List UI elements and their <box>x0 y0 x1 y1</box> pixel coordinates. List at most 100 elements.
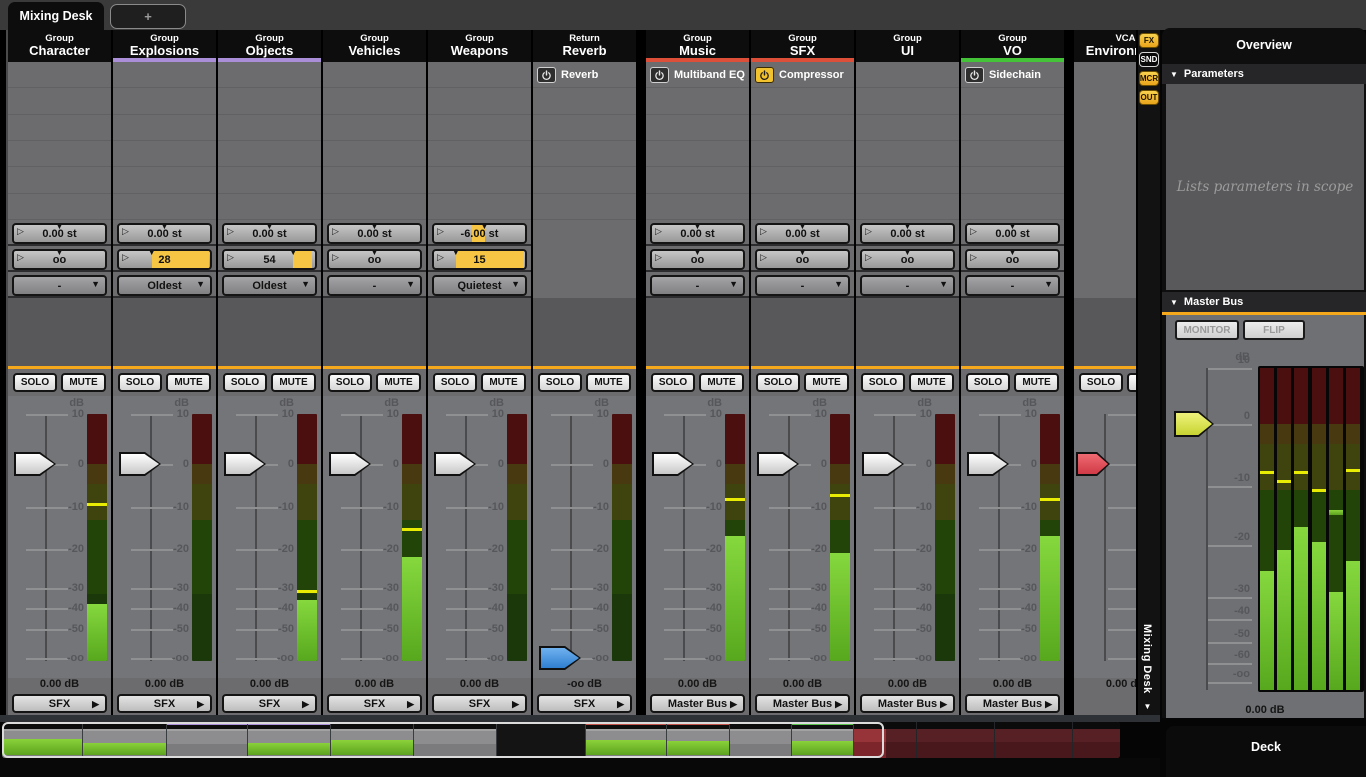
effect-slot[interactable] <box>8 115 111 141</box>
fader-handle[interactable] <box>329 452 371 476</box>
mixing-desk-vertical-tab[interactable]: Mixing Desk ▼ <box>1141 624 1153 711</box>
solo-button[interactable]: SOLO <box>861 373 905 392</box>
effect-slot[interactable] <box>751 88 854 114</box>
effect-slot[interactable] <box>113 115 216 141</box>
mute-button[interactable]: MUTE <box>1014 373 1059 392</box>
effect-slot[interactable] <box>113 141 216 167</box>
effect-slot[interactable] <box>8 194 111 220</box>
focus-field[interactable]: ▷▼oo <box>12 249 107 270</box>
focus-field[interactable]: ▷▼oo <box>860 249 955 270</box>
pitch-field[interactable]: ▷▼0.00 st <box>117 223 212 244</box>
effect-slot[interactable] <box>646 88 749 114</box>
fader-handle[interactable] <box>539 646 581 670</box>
fader-handle[interactable] <box>862 452 904 476</box>
output-bus-button[interactable]: SFX▶ <box>12 694 107 713</box>
solo-button[interactable]: SOLO <box>13 373 57 392</box>
effect-slot[interactable] <box>8 62 111 88</box>
effect-slot[interactable] <box>113 62 216 88</box>
tab-mixing-desk[interactable]: Mixing Desk <box>8 2 104 30</box>
out-button[interactable]: OUT <box>1139 90 1159 105</box>
solo-button[interactable]: SOLO <box>223 373 267 392</box>
output-bus-button[interactable]: SFX▶ <box>117 694 212 713</box>
effect-slot[interactable] <box>428 194 531 220</box>
power-icon[interactable] <box>650 67 669 83</box>
effect-slot[interactable] <box>8 141 111 167</box>
effect-slot[interactable] <box>751 115 854 141</box>
effect-slot[interactable] <box>218 141 321 167</box>
effect-slot[interactable] <box>113 194 216 220</box>
mute-button[interactable]: MUTE <box>166 373 211 392</box>
pitch-field[interactable]: ▷▼0.00 st <box>860 223 955 244</box>
fx-button[interactable]: FX <box>1139 33 1159 48</box>
effect-slot[interactable] <box>646 141 749 167</box>
mute-button[interactable]: MUTE <box>909 373 954 392</box>
fader-handle[interactable] <box>652 452 694 476</box>
fader-handle[interactable] <box>434 452 476 476</box>
effect-slot[interactable] <box>856 167 959 193</box>
power-icon[interactable] <box>755 67 774 83</box>
pitch-field[interactable]: ▷▼-6.00 st <box>432 223 527 244</box>
output-bus-button[interactable]: Master Bus▶ <box>650 694 745 713</box>
fader-handle[interactable] <box>224 452 266 476</box>
mcr-button[interactable]: MCR <box>1139 71 1159 86</box>
effect-slot[interactable] <box>323 88 426 114</box>
output-bus-button[interactable]: SFX▶ <box>537 694 632 713</box>
effect-slot[interactable] <box>113 88 216 114</box>
solo-button[interactable]: SOLO <box>651 373 695 392</box>
effect-slot[interactable] <box>856 194 959 220</box>
effect-slot[interactable] <box>218 62 321 88</box>
mute-button[interactable]: MUTE <box>271 373 316 392</box>
effect-slot[interactable] <box>961 88 1064 114</box>
effect-slot[interactable] <box>751 141 854 167</box>
solo-button[interactable]: SOLO <box>966 373 1010 392</box>
effect-slot[interactable] <box>856 141 959 167</box>
effect-slot[interactable] <box>646 115 749 141</box>
effect-slot[interactable] <box>323 62 426 88</box>
effect-slot[interactable] <box>961 194 1064 220</box>
output-bus-button[interactable]: SFX▶ <box>222 694 317 713</box>
effect-slot[interactable] <box>323 115 426 141</box>
effect-slot[interactable] <box>428 115 531 141</box>
mode-dropdown[interactable]: Oldest▼ <box>222 275 317 296</box>
mixer-minimap[interactable] <box>2 722 1120 758</box>
mute-button[interactable]: MUTE <box>376 373 421 392</box>
effect-slot[interactable] <box>8 88 111 114</box>
effect-slot[interactable] <box>961 167 1064 193</box>
output-bus-button[interactable]: Master Bus▶ <box>860 694 955 713</box>
effect-slot[interactable] <box>323 167 426 193</box>
mode-dropdown[interactable]: Oldest▼ <box>117 275 212 296</box>
effect-slot[interactable] <box>8 167 111 193</box>
focus-field[interactable]: ▷▼54 <box>222 249 317 270</box>
solo-button[interactable]: SOLO <box>756 373 800 392</box>
snd-button[interactable]: SND <box>1139 52 1159 67</box>
master-fader-handle[interactable] <box>1174 411 1214 437</box>
effect-slot[interactable] <box>856 115 959 141</box>
effect-slot[interactable] <box>646 167 749 193</box>
effect-slot[interactable] <box>323 194 426 220</box>
fader-handle[interactable] <box>1076 452 1110 476</box>
focus-field[interactable]: ▷▼oo <box>327 249 422 270</box>
effect-slot[interactable] <box>218 194 321 220</box>
power-icon[interactable] <box>965 67 984 83</box>
mode-dropdown[interactable]: -▼ <box>860 275 955 296</box>
effect-slot[interactable] <box>856 88 959 114</box>
mute-button[interactable]: MUTE <box>481 373 526 392</box>
effect-slot[interactable] <box>533 115 636 141</box>
effect-slot[interactable] <box>218 167 321 193</box>
effect-slot[interactable] <box>533 141 636 167</box>
pitch-field[interactable]: ▷▼0.00 st <box>12 223 107 244</box>
effect-slot[interactable] <box>428 88 531 114</box>
mute-button[interactable]: MUTE <box>1127 373 1136 392</box>
effect-slot[interactable] <box>646 194 749 220</box>
effect-slot[interactable] <box>751 194 854 220</box>
effect-slot[interactable] <box>533 88 636 114</box>
fader-handle[interactable] <box>14 452 56 476</box>
pitch-field[interactable]: ▷▼0.00 st <box>755 223 850 244</box>
mode-dropdown[interactable]: -▼ <box>965 275 1060 296</box>
output-bus-button[interactable]: SFX▶ <box>432 694 527 713</box>
mode-dropdown[interactable]: -▼ <box>12 275 107 296</box>
solo-button[interactable]: SOLO <box>1079 373 1123 392</box>
master-bus-section-header[interactable]: ▼ Master Bus <box>1162 292 1366 312</box>
pitch-field[interactable]: ▷▼0.00 st <box>222 223 317 244</box>
solo-button[interactable]: SOLO <box>538 373 582 392</box>
